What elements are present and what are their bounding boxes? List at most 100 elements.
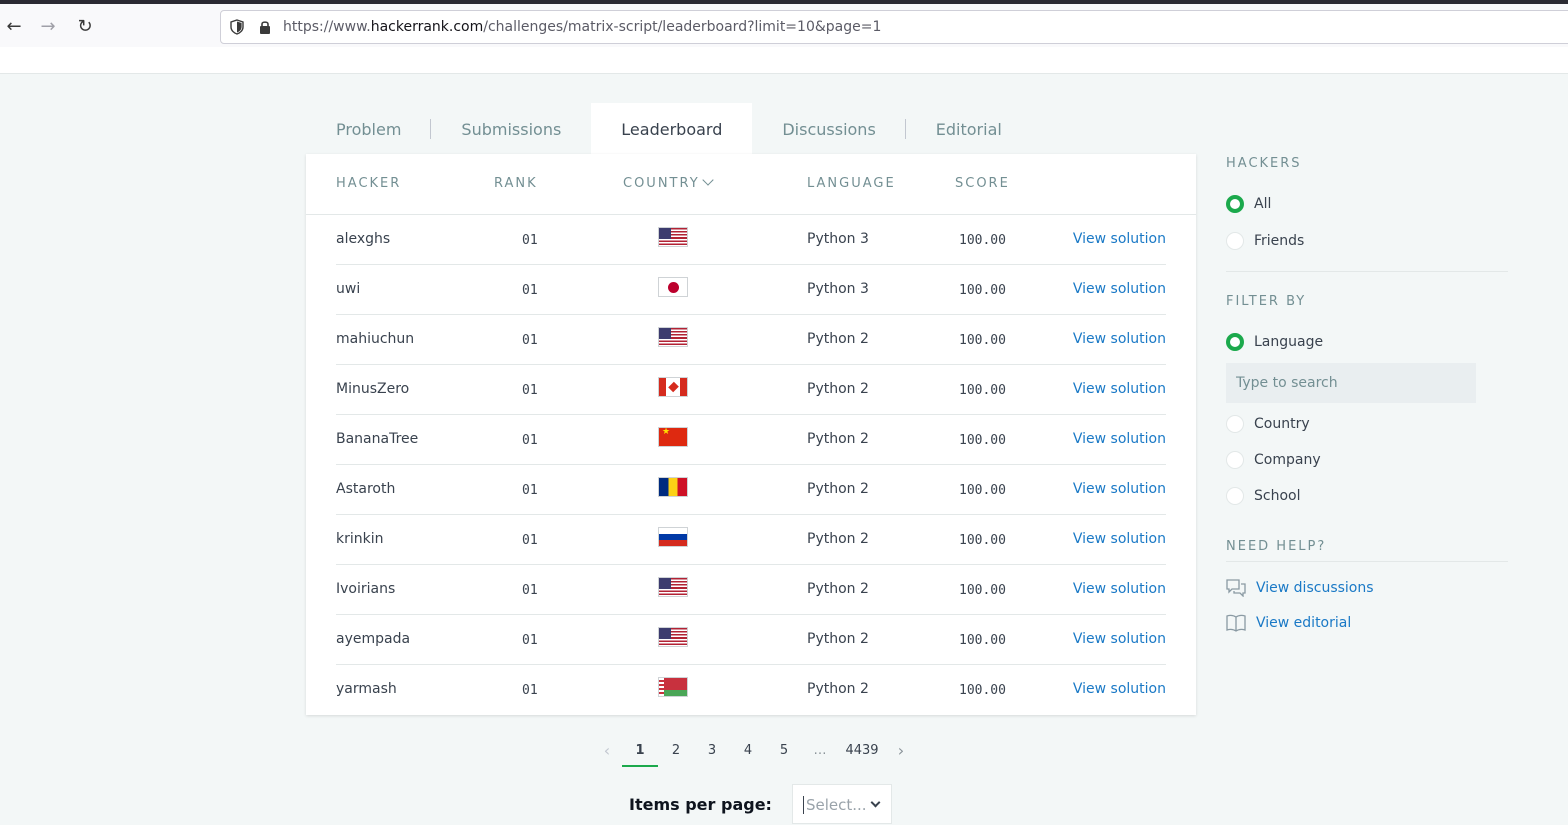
score-value: 100.00 [959,683,1006,698]
radio-unchecked-icon[interactable] [1226,451,1244,469]
rank-value: 01 [522,383,538,398]
hacker-name[interactable]: krinkin [336,531,384,547]
table-row: krinkin 01 Python 2 100.00 View solution [336,515,1166,565]
table-row: yarmash 01 Python 2 100.00 View solution [336,665,1166,715]
hacker-name[interactable]: MinusZero [336,381,409,397]
radio-company[interactable]: Company [1226,451,1321,469]
page-link-3[interactable]: 3 [694,739,730,765]
language-value: Python 2 [807,581,869,597]
radio-all[interactable]: All [1226,195,1271,213]
radio-checked-icon[interactable] [1226,195,1244,213]
header-rank: RANK [494,176,538,191]
table-row: MinusZero 01 Python 2 100.00 View soluti… [336,365,1166,415]
items-per-page-select[interactable]: Select... [791,784,892,824]
country-flag-icon [658,527,688,547]
chevron-down-icon[interactable] [701,174,714,186]
chevron-down-icon[interactable] [870,797,881,808]
table-row: mahiuchun 01 Python 2 100.00 View soluti… [336,315,1166,365]
rank-value: 01 [522,283,538,298]
hacker-name[interactable]: alexghs [336,231,390,247]
rank-value: 01 [522,433,538,448]
table-row: Astaroth 01 Python 2 100.00 View solutio… [336,465,1166,515]
header-language: LANGUAGE [807,176,896,191]
radio-country[interactable]: Country [1226,415,1310,433]
page-link-2[interactable]: 2 [658,739,694,765]
next-page-icon[interactable]: › [886,739,916,765]
page-link-5[interactable]: 5 [766,739,802,765]
radio-unchecked-icon[interactable] [1226,415,1244,433]
divider [1226,561,1508,562]
score-value: 100.00 [959,633,1006,648]
language-value: Python 2 [807,381,869,397]
language-value: Python 2 [807,531,869,547]
tab-leaderboard[interactable]: Leaderboard [591,103,753,154]
hacker-name[interactable]: mahiuchun [336,331,414,347]
tab-discussions[interactable]: Discussions [752,103,906,154]
table-row: uwi 01 Python 3 100.00 View solution [336,265,1166,315]
view-solution-link[interactable]: View solution [1073,681,1166,697]
view-discussions-link[interactable]: View discussions [1226,579,1374,597]
page-link-1[interactable]: 1 [622,739,658,767]
lock-icon[interactable] [257,19,273,35]
rank-value: 01 [522,233,538,248]
page-link-4[interactable]: 4 [730,739,766,765]
view-solution-link[interactable]: View solution [1073,381,1166,397]
hacker-name[interactable]: uwi [336,281,360,297]
view-solution-link[interactable]: View solution [1073,531,1166,547]
language-value: Python 3 [807,281,869,297]
page-link-last[interactable]: 4439 [838,739,886,765]
tab-editorial[interactable]: Editorial [906,103,1032,154]
header-country[interactable]: COUNTRY [623,174,714,191]
score-value: 100.00 [959,433,1006,448]
view-solution-link[interactable]: View solution [1073,581,1166,597]
radio-unchecked-icon[interactable] [1226,487,1244,505]
view-solution-link[interactable]: View solution [1073,631,1166,647]
view-solution-link[interactable]: View solution [1073,431,1166,447]
rank-value: 01 [522,583,538,598]
view-solution-link[interactable]: View solution [1073,281,1166,297]
rank-value: 01 [522,683,538,698]
score-value: 100.00 [959,383,1006,398]
table-header: HACKER RANK COUNTRY LANGUAGE SCORE [306,154,1196,215]
back-arrow-icon[interactable]: ← [2,16,26,40]
url-text[interactable]: https://www.hackerrank.com/challenges/ma… [283,19,881,35]
leaderboard-card: HACKER RANK COUNTRY LANGUAGE SCORE alexg… [306,154,1196,715]
hacker-name[interactable]: Astaroth [336,481,395,497]
view-editorial-link[interactable]: View editorial [1226,614,1351,632]
rank-value: 01 [522,633,538,648]
score-value: 100.00 [959,533,1006,548]
country-flag-icon [658,627,688,647]
language-value: Python 3 [807,231,869,247]
radio-school[interactable]: School [1226,487,1300,505]
hacker-name[interactable]: ayempada [336,631,410,647]
hacker-name[interactable]: BananaTree [336,431,418,447]
view-solution-link[interactable]: View solution [1073,331,1166,347]
radio-language[interactable]: Language [1226,333,1323,351]
table-row: Ivoirians 01 Python 2 100.00 View soluti… [336,565,1166,615]
divider [1226,271,1508,272]
rank-value: 01 [522,483,538,498]
score-value: 100.00 [959,333,1006,348]
browser-toolbar: ← → ↻ https://www.hackerrank.com/challen… [0,0,1568,47]
view-solution-link[interactable]: View solution [1073,231,1166,247]
hacker-name[interactable]: yarmash [336,681,397,697]
radio-friends[interactable]: Friends [1226,232,1304,250]
prev-page-icon[interactable]: ‹ [592,739,622,765]
tab-problem[interactable]: Problem [306,103,432,154]
score-value: 100.00 [959,283,1006,298]
country-flag-icon [658,377,688,397]
score-value: 100.00 [959,483,1006,498]
language-search-input[interactable] [1226,363,1476,403]
shield-icon[interactable] [229,19,245,35]
view-solution-link[interactable]: View solution [1073,481,1166,497]
radio-unchecked-icon[interactable] [1226,232,1244,250]
select-placeholder[interactable]: Select... [802,796,867,814]
forward-arrow-icon[interactable]: → [36,16,60,40]
country-flag-icon [658,477,688,497]
hacker-name[interactable]: Ivoirians [336,581,395,597]
radio-checked-icon[interactable] [1226,333,1244,351]
reload-icon[interactable]: ↻ [73,16,97,40]
tab-submissions[interactable]: Submissions [431,103,591,154]
table-row: alexghs 01 Python 3 100.00 View solution [336,215,1166,265]
url-bar[interactable]: https://www.hackerrank.com/challenges/ma… [220,10,1568,44]
